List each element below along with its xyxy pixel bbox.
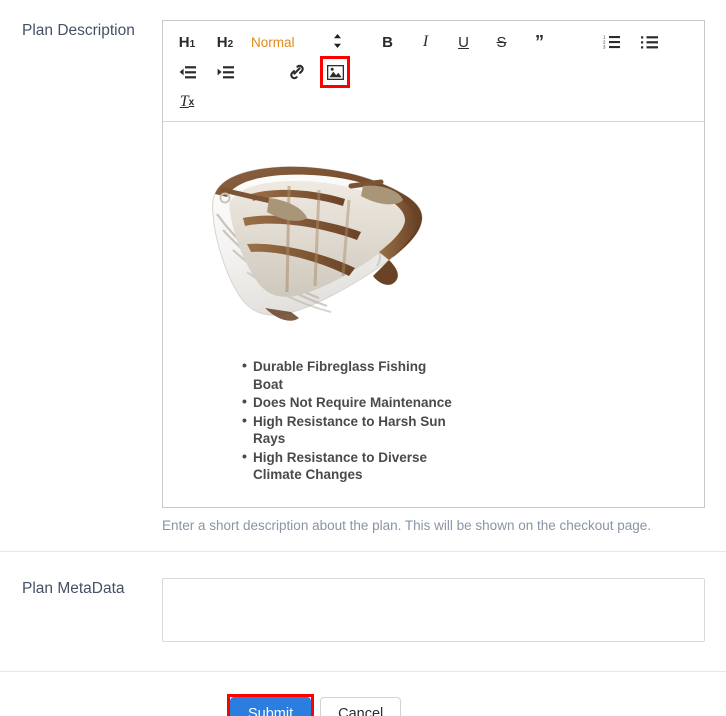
plan-form-page: Plan Description H1 H2 Normal B I U S ” … — [0, 0, 726, 716]
editor-toolbar: H1 H2 Normal B I U S ” 1 2 3 T x — [163, 21, 704, 122]
list-item: High Resistance to Harsh Sun Rays — [242, 412, 453, 448]
ordered-list-icon[interactable]: 1 2 3 — [600, 29, 624, 55]
plan-description-field: H1 H2 Normal B I U S ” 1 2 3 T x • Durab… — [162, 20, 707, 535]
plan-metadata-input[interactable] — [162, 578, 705, 642]
chevron-updown-icon[interactable] — [333, 33, 342, 51]
outdent-icon[interactable] — [175, 59, 199, 85]
plan-description-label: Plan Description — [22, 22, 135, 39]
submit-button-highlight: Submit — [226, 694, 315, 716]
plan-metadata-label: Plan MetaData — [22, 580, 125, 597]
bullet-list-icon[interactable] — [638, 29, 662, 55]
plan-metadata-row: Plan MetaData — [0, 552, 726, 671]
blockquote-button[interactable]: ” — [528, 29, 552, 55]
format-picker[interactable]: Normal — [251, 35, 295, 50]
submit-button[interactable]: Submit — [230, 697, 312, 716]
boat-image — [181, 136, 686, 342]
image-icon[interactable] — [320, 56, 350, 88]
cancel-button[interactable]: Cancel — [320, 697, 402, 716]
plan-description-help-text: Enter a short description about the plan… — [162, 518, 652, 533]
form-actions: Submit Cancel — [0, 672, 726, 716]
plan-metadata-field — [162, 578, 707, 647]
clear-format-button[interactable]: Tx — [175, 89, 199, 115]
indent-icon[interactable] — [213, 59, 237, 85]
header-2-button[interactable]: H2 — [213, 29, 237, 55]
list-item: Durable Fibreglass Fishing Boat — [242, 357, 453, 393]
list-item: High Resistance to Diverse Climate Chang… — [242, 448, 453, 484]
svg-text:3: 3 — [603, 45, 606, 50]
strikethrough-button[interactable]: S — [490, 29, 514, 55]
bold-button[interactable]: B — [376, 29, 400, 55]
editor-content-area[interactable]: Durable Fibreglass Fishing Boat Does Not… — [163, 122, 704, 507]
list-item: Does Not Require Maintenance — [242, 393, 453, 412]
underline-button[interactable]: U — [452, 29, 476, 55]
link-icon[interactable] — [285, 59, 309, 85]
header-1-button[interactable]: H1 — [175, 29, 199, 55]
italic-button[interactable]: I — [414, 29, 438, 55]
rich-text-editor: H1 H2 Normal B I U S ” 1 2 3 T x • Durab… — [162, 20, 705, 508]
plan-description-row: Plan Description H1 H2 Normal B I U S ” … — [0, 0, 726, 535]
feature-bullet-list: Durable Fibreglass Fishing Boat Does Not… — [181, 357, 686, 484]
